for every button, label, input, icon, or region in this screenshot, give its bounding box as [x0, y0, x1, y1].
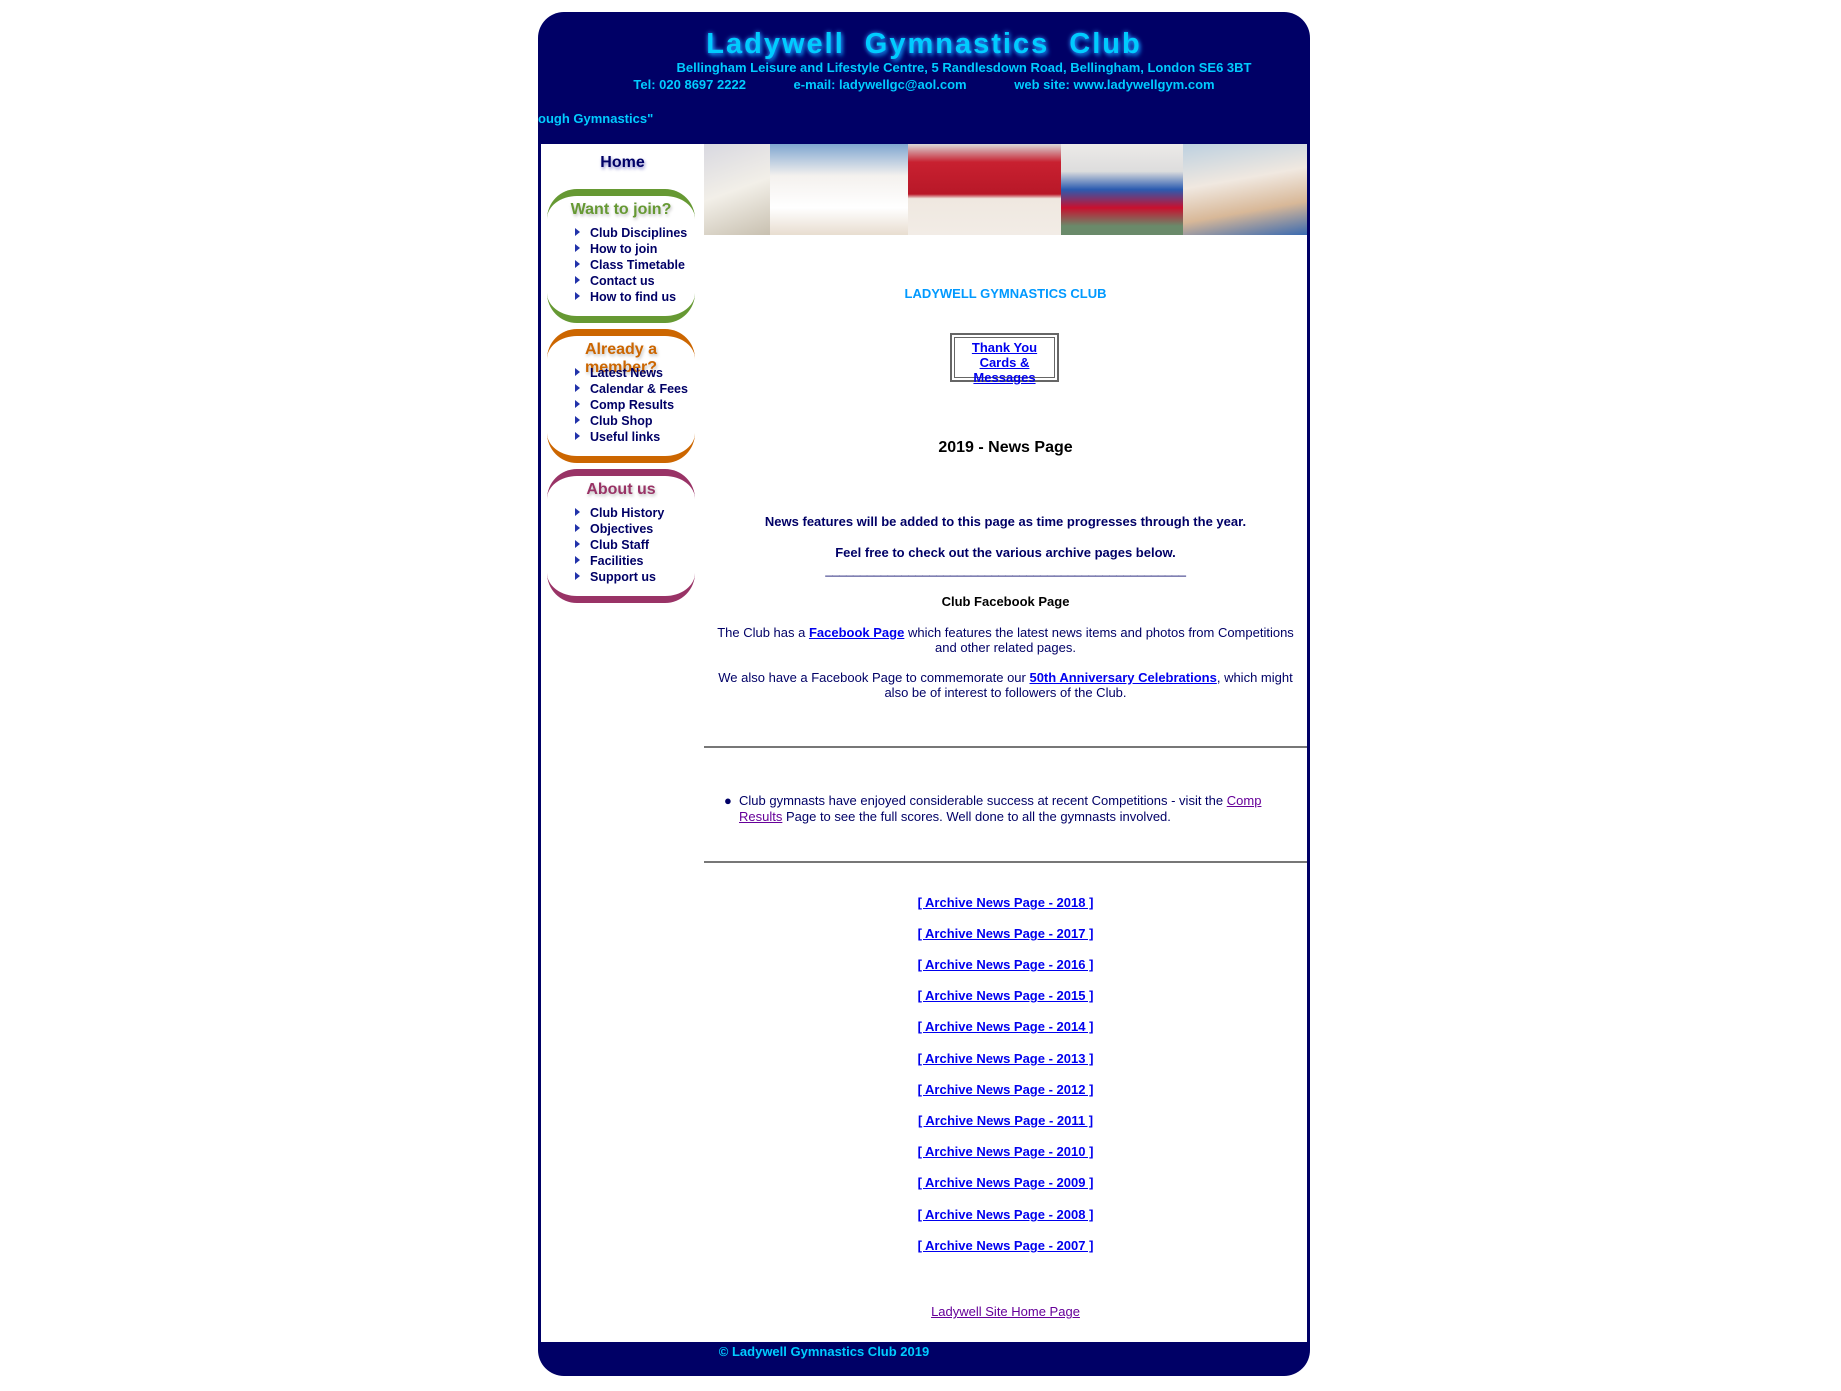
facebook-paragraph-1: The Club has a Facebook Page which featu…	[717, 625, 1294, 655]
gymnastics-photo-banner	[704, 144, 1307, 235]
website: web site: www.ladywellgym.com	[1014, 77, 1215, 92]
nav-facilities[interactable]: Facilities	[575, 553, 695, 569]
arrow-icon	[575, 556, 580, 564]
main-content: LADYWELL GYMNASTICS CLUB Thank You Cards…	[704, 144, 1310, 1342]
photo-gym-hall	[1061, 144, 1183, 235]
arrow-icon	[575, 508, 580, 516]
nav-club-staff[interactable]: Club Staff	[575, 537, 695, 553]
nav-useful-links[interactable]: Useful links	[575, 429, 695, 445]
nav-how-to-join[interactable]: How to join	[575, 241, 695, 257]
contact-line: Tel: 020 8697 2222 e-mail: ladywellgc@ao…	[538, 77, 1310, 92]
facebook-heading: Club Facebook Page	[941, 594, 1070, 609]
archive-link-2009: [ Archive News Page - 2009 ]	[917, 1175, 1094, 1190]
archive-link-2015: [ Archive News Page - 2015 ]	[917, 988, 1094, 1003]
sidebar-nav: Home Want to join? Club Disciplines How …	[538, 144, 707, 1342]
nav-section-already-member: Already a member? Latest News Calendar &…	[547, 329, 695, 463]
club-address: Bellingham Leisure and Lifestyle Centre,…	[676, 60, 1252, 75]
nav-club-history[interactable]: Club History	[575, 505, 695, 521]
email: e-mail: ladywellgc@aol.com	[793, 77, 967, 92]
bullet-icon: ●	[724, 793, 732, 808]
photo-bars	[704, 144, 770, 235]
home-page-link-wrap: Ladywell Site Home Page	[704, 1304, 1307, 1319]
thank-you-cards-link[interactable]: Thank You Cards & Messages	[972, 340, 1037, 385]
nav-club-shop[interactable]: Club Shop	[575, 413, 695, 429]
scrolling-tagline: ough Gymnastics"	[538, 111, 654, 126]
arrow-icon	[575, 244, 580, 252]
archive-link-2012: [ Archive News Page - 2012 ]	[917, 1082, 1094, 1097]
archive-link-2014: [ Archive News Page - 2014 ]	[917, 1019, 1094, 1034]
copyright: © Ladywell Gymnastics Club 2019	[718, 1344, 930, 1359]
arrow-icon	[575, 368, 580, 376]
nav-club-disciplines[interactable]: Club Disciplines	[575, 225, 695, 241]
nav-latest-news[interactable]: Latest News	[575, 365, 695, 381]
archive-link-2008: [ Archive News Page - 2008 ]	[917, 1207, 1094, 1222]
nav-calendar-fees[interactable]: Calendar & Fees	[575, 381, 695, 397]
page-title: 2019 - News Page	[938, 439, 1073, 456]
arrow-icon	[575, 416, 580, 424]
nav-how-to-find-us[interactable]: How to find us	[575, 289, 695, 305]
site-header: Ladywell Gymnastics Club Bellingham Leis…	[538, 12, 1310, 144]
nav-contact-us[interactable]: Contact us	[575, 273, 695, 289]
archive-link-2016: [ Archive News Page - 2016 ]	[917, 957, 1094, 972]
arrow-icon	[575, 292, 580, 300]
facebook-page-link[interactable]: Facebook Page	[809, 625, 904, 640]
photo-children	[770, 144, 908, 235]
archive-link-2018: [ Archive News Page - 2018 ]	[917, 895, 1094, 910]
nav-section-want-to-join: Want to join? Club Disciplines How to jo…	[547, 189, 695, 323]
section-title: Already a member?	[584, 341, 658, 376]
nav-objectives[interactable]: Objectives	[575, 521, 695, 537]
arrow-icon	[575, 524, 580, 532]
archive-link-2017: [ Archive News Page - 2017 ]	[917, 926, 1094, 941]
nav-comp-results[interactable]: Comp Results	[575, 397, 695, 413]
site-home-link[interactable]: Ladywell Site Home Page	[931, 1304, 1080, 1319]
archive-link-2010: [ Archive News Page - 2010 ]	[917, 1144, 1094, 1159]
section-rule	[704, 746, 1307, 748]
site-footer: © Ladywell Gymnastics Club 2019	[538, 1342, 1310, 1376]
club-heading: LADYWELL GYMNASTICS CLUB	[904, 286, 1107, 301]
photo-team	[908, 144, 1061, 235]
divider-line: ________________________________________…	[825, 562, 1186, 577]
arrow-icon	[575, 260, 580, 268]
intro-text-1: News features will be added to this page…	[764, 514, 1247, 529]
nav-section-about-us: About us Club History Objectives Club St…	[547, 469, 695, 603]
photo-beam	[1183, 144, 1307, 235]
nav-support-us[interactable]: Support us	[575, 569, 695, 585]
section-title: About us	[586, 481, 656, 498]
anniversary-link[interactable]: 50th Anniversary Celebrations	[1029, 670, 1216, 685]
facebook-paragraph-2: We also have a Facebook Page to commemor…	[718, 670, 1293, 700]
archive-link-2013: [ Archive News Page - 2013 ]	[917, 1051, 1094, 1066]
news-bullet: ● Club gymnasts have enjoyed considerabl…	[724, 793, 1262, 824]
intro-text-2: Feel free to check out the various archi…	[835, 545, 1176, 560]
arrow-icon	[575, 228, 580, 236]
arrow-icon	[575, 384, 580, 392]
section-title: Want to join?	[570, 201, 672, 218]
arrow-icon	[575, 572, 580, 580]
page-frame: Ladywell Gymnastics Club Bellingham Leis…	[538, 12, 1310, 1376]
arrow-icon	[575, 276, 580, 284]
site-title: Ladywell Gymnastics Club	[706, 28, 1142, 60]
archive-link-2011: [ Archive News Page - 2011 ]	[917, 1113, 1094, 1128]
thank-you-box: Thank You Cards & Messages	[950, 333, 1059, 385]
nav-class-timetable[interactable]: Class Timetable	[575, 257, 695, 273]
nav-home[interactable]: Home	[541, 154, 704, 172]
arrow-icon	[575, 432, 580, 440]
arrow-icon	[575, 540, 580, 548]
archive-link-2007: [ Archive News Page - 2007 ]	[917, 1238, 1094, 1253]
arrow-icon	[575, 400, 580, 408]
telephone: Tel: 020 8697 2222	[633, 77, 746, 92]
section-rule	[704, 861, 1307, 863]
